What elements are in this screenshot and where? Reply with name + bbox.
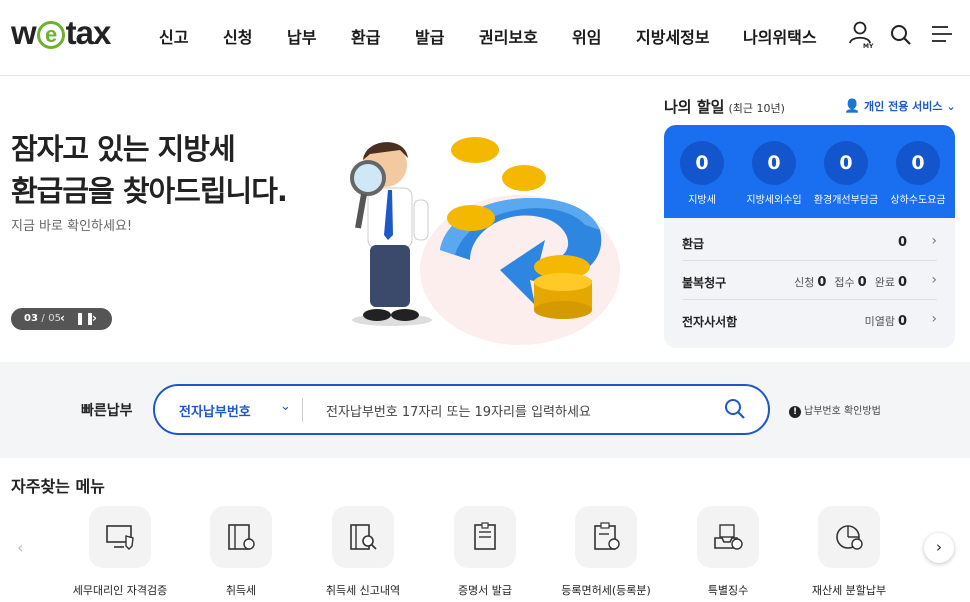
freq-item-agent-verify[interactable]: 세무대리인 자격검증 [60, 506, 180, 598]
monitor-shield-icon [89, 506, 151, 568]
site-header: w e tax 신고 신청 납부 환급 발급 권리보호 위임 지방세정보 나의위택스… [0, 0, 970, 76]
nav-item-refund[interactable]: 환급 [351, 24, 380, 48]
hero-subtitle: 지금 바로 확인하세요! [11, 219, 133, 234]
quick-pay-section: 빠른납부 전자납부번호 ⌄ 전자납부번호 17자리 또는 19자리를 입력하세요… [0, 362, 970, 458]
chevron-right-icon: › [931, 233, 937, 249]
person-icon: 👤 [844, 99, 861, 114]
freq-item-acquisition-report-history[interactable]: 취득세 신고내역 [303, 506, 423, 598]
nav-item-pay[interactable]: 납부 [287, 24, 316, 48]
freq-item-registration-license-tax[interactable]: 등록면허세(등록분) [546, 506, 666, 598]
nav-item-delegation[interactable]: 위임 [572, 24, 601, 48]
nav-item-apply[interactable]: 신청 [223, 24, 252, 48]
tasks-detail: 환급 0 › 불복청구 신청 0 접수 0 완료 0 › 전자사서함 미열람 0 › [664, 218, 955, 348]
nav-item-local-tax-info[interactable]: 지방세정보 [636, 24, 710, 48]
nav-item-rights[interactable]: 권리보호 [479, 24, 538, 48]
document-search-icon [332, 506, 394, 568]
stat-local-tax[interactable]: 0 지방세 [666, 141, 738, 206]
hero-illustration [330, 120, 630, 350]
next-slide-icon[interactable]: › [92, 311, 97, 325]
user-my-icon[interactable]: MY [848, 20, 874, 54]
mailbox-row[interactable]: 전자사서함 미열람 0 › [682, 300, 937, 339]
clipboard-tax-icon [575, 506, 637, 568]
banner-pager: 03 / 05 ‹ ❚❚ › [11, 308, 112, 330]
menu-icon[interactable] [931, 24, 953, 48]
page-indicator: 03 / 05 [24, 313, 61, 324]
refund-row[interactable]: 환급 0 › [682, 222, 937, 261]
building-tax-icon [210, 506, 272, 568]
search-icon[interactable] [724, 398, 746, 424]
freq-item-property-tax-installment[interactable]: 재산세 분할납부 [789, 506, 909, 598]
payment-number-input[interactable]: 전자납부번호 17자리 또는 19자리를 입력하세요 [326, 401, 591, 420]
stat-environment-charge[interactable]: 0 환경개선부담금 [810, 141, 882, 206]
pie-chart-icon [818, 506, 880, 568]
stat-water-bill[interactable]: 0 상하수도요금 [882, 141, 954, 206]
prev-slide-icon[interactable]: ‹ [60, 311, 65, 325]
stat-non-tax-revenue[interactable]: 0 지방세외수입 [738, 141, 810, 206]
chevron-right-icon: › [931, 311, 937, 327]
divider [302, 398, 303, 422]
hero-title: 잠자고 있는 지방세 환급금을 찾아드립니다. [11, 132, 288, 208]
certificate-icon [454, 506, 516, 568]
frequent-menu-title: 자주찾는 메뉴 [11, 477, 105, 496]
chevron-right-icon[interactable]: › [924, 533, 954, 563]
tasks-summary: 0 지방세 0 지방세외수입 0 환경개선부담금 0 상하수도요금 [664, 125, 955, 218]
my-tasks-title: 나의 할일 (최근 10년) [664, 98, 785, 116]
chevron-left-icon[interactable]: ‹ [17, 538, 23, 557]
nav-item-my-wetax[interactable]: 나의위택스 [743, 24, 817, 48]
tray-check-icon [697, 506, 759, 568]
personal-service-link[interactable]: 👤 개인 전용 서비스 ⌄ [844, 98, 956, 114]
quick-pay-form: 전자납부번호 ⌄ 전자납부번호 17자리 또는 19자리를 입력하세요 [153, 384, 770, 435]
freq-item-special-collection[interactable]: 특별징수 [668, 506, 788, 598]
freq-item-acquisition-tax[interactable]: 취득세 [181, 506, 301, 598]
chevron-down-icon[interactable]: ⌄ [280, 399, 291, 414]
nav-item-report[interactable]: 신고 [159, 24, 188, 48]
svg-text:MY: MY [863, 43, 874, 50]
payment-type-select[interactable]: 전자납부번호 [179, 401, 251, 420]
chevron-down-icon: ⌄ [946, 100, 956, 113]
info-icon: ! [789, 406, 801, 418]
nav-item-issue[interactable]: 발급 [415, 24, 444, 48]
wetax-logo[interactable]: w e tax [11, 14, 111, 52]
chevron-right-icon: › [931, 272, 937, 288]
search-icon[interactable] [889, 23, 913, 51]
freq-item-certificate-issue[interactable]: 증명서 발급 [425, 506, 545, 598]
payment-number-help-link[interactable]: ! 납부번호 확인방법 [789, 402, 881, 418]
complaint-row[interactable]: 불복청구 신청 0 접수 0 완료 0 › [682, 261, 937, 300]
quick-pay-label: 빠른납부 [81, 403, 133, 419]
